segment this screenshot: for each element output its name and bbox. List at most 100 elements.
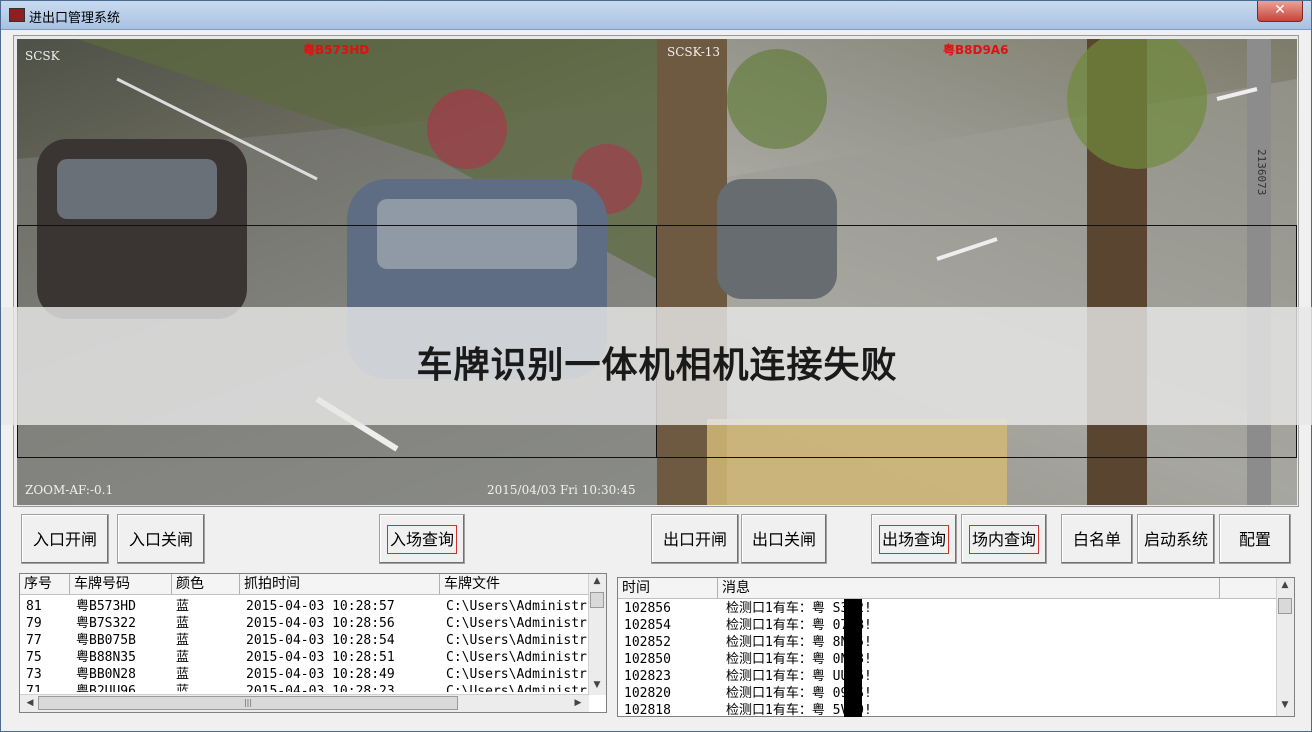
plate-number: 粤B88N35 — [76, 650, 136, 665]
vertical-scrollbar[interactable]: ▲ ▼ — [588, 574, 606, 695]
plate-number: 粤B573HD — [76, 599, 136, 614]
entry-close-button[interactable]: 入口关闸 — [117, 514, 205, 564]
camera-grid-line — [17, 457, 1297, 458]
scroll-left-icon[interactable]: ◀ — [22, 698, 38, 708]
plate-file: C:\Users\Administr — [446, 599, 587, 614]
redaction-bar — [844, 599, 862, 717]
scroll-right-icon[interactable]: ▶ — [570, 698, 586, 708]
scroll-thumb[interactable]: ||| — [38, 696, 458, 710]
log-time: 102850 — [624, 652, 671, 667]
exit-query-label: 出场查询 — [878, 525, 949, 554]
plate-color: 蓝 — [176, 599, 190, 614]
scroll-up-icon[interactable]: ▲ — [1277, 580, 1293, 590]
message-log-table[interactable]: 时间 消息 102856 检测口1有车：粤 S322! 102854 检测口1有… — [617, 577, 1295, 717]
app-icon — [9, 8, 25, 22]
plate-file: C:\Users\Administr — [446, 684, 587, 692]
table-row[interactable]: 102852 检测口1有车：粤 8N35! — [618, 634, 1294, 651]
column-header[interactable]: 序号 — [20, 574, 70, 594]
plate-number: 粤B2UU96 — [76, 684, 136, 692]
row-index: 71 — [26, 684, 42, 692]
camera-label: SCSK-13 — [667, 45, 721, 59]
table-row[interactable]: 73 粤BB0N28 蓝 2015-04-03 10:28:49 C:\User… — [20, 666, 606, 683]
column-header[interactable]: 消息 — [718, 578, 1220, 598]
inside-query-label: 场内查询 — [968, 525, 1039, 554]
column-header[interactable]: 抓拍时间 — [240, 574, 440, 594]
plate-color: 蓝 — [176, 616, 190, 631]
error-message: 车牌识别一体机相机连接失败 — [416, 345, 898, 386]
row-index: 79 — [26, 616, 42, 631]
table-row[interactable]: 102850 检测口1有车：粤 0N28! — [618, 651, 1294, 668]
capture-time: 2015-04-03 10:28:57 — [246, 599, 395, 614]
camera-grid-line — [17, 225, 1297, 226]
plate-color: 蓝 — [176, 650, 190, 665]
plate-color: 蓝 — [176, 633, 190, 648]
horizontal-scrollbar[interactable]: ◀ ||| ▶ — [20, 694, 589, 712]
table-row[interactable]: 79 粤B7S322 蓝 2015-04-03 10:28:56 C:\User… — [20, 615, 606, 632]
exit-open-button[interactable]: 出口开闸 — [651, 514, 739, 564]
table-row[interactable]: 102856 检测口1有车：粤 S322! — [618, 600, 1294, 617]
capture-time: 2015-04-03 10:28:54 — [246, 633, 395, 648]
table-row[interactable]: 77 粤BB075B 蓝 2015-04-03 10:28:54 C:\User… — [20, 632, 606, 649]
camera-label: SCSK — [25, 49, 60, 63]
row-index: 81 — [26, 599, 42, 614]
entry-query-label: 入场查询 — [386, 525, 457, 554]
capture-time: 2015-04-03 10:28:23 — [246, 684, 395, 692]
entry-query-button[interactable]: 入场查询 — [379, 514, 465, 564]
table-row[interactable]: 81 粤B573HD 蓝 2015-04-03 10:28:57 C:\User… — [20, 598, 606, 615]
log-message: 检测口1有车：粤 5V90! — [726, 703, 872, 716]
config-button[interactable]: 配置 — [1219, 514, 1291, 564]
plate-number: 粤BB075B — [76, 633, 136, 648]
scroll-down-icon[interactable]: ▼ — [589, 680, 605, 690]
table-row[interactable]: 102823 检测口1有车：粤 UU96! — [618, 668, 1294, 685]
log-message: 检测口1有车：粤 S322! — [726, 601, 872, 616]
zoom-readout: ZOOM-AF:-0.1 — [25, 483, 114, 497]
plate-file: C:\Users\Administr — [446, 633, 587, 648]
vertical-scrollbar[interactable]: ▲ ▼ — [1276, 578, 1294, 716]
scroll-thumb[interactable] — [1278, 598, 1292, 614]
whitelist-button[interactable]: 白名单 — [1061, 514, 1133, 564]
table-row[interactable]: 75 粤B88N35 蓝 2015-04-03 10:28:51 C:\User… — [20, 649, 606, 666]
camera-timestamp: 2015/04/03 Fri 10:30:45 — [487, 483, 636, 497]
table-row[interactable]: 102854 检测口1有车：粤 075B! — [618, 617, 1294, 634]
log-time: 102818 — [624, 703, 671, 716]
entry-record-table[interactable]: 序号 车牌号码 颜色 抓拍时间 车牌文件 81 粤B573HD 蓝 2015-0… — [19, 573, 607, 713]
column-header[interactable]: 车牌号码 — [70, 574, 172, 594]
inside-query-button[interactable]: 场内查询 — [961, 514, 1047, 564]
scroll-thumb[interactable] — [590, 592, 604, 608]
plate-file: C:\Users\Administr — [446, 650, 587, 665]
plate-file: C:\Users\Administr — [446, 667, 587, 682]
scroll-down-icon[interactable]: ▼ — [1277, 700, 1293, 710]
column-header[interactable]: 车牌文件 — [440, 574, 590, 594]
capture-time: 2015-04-03 10:28:49 — [246, 667, 395, 682]
exit-query-button[interactable]: 出场查询 — [871, 514, 957, 564]
exit-camera-scene — [657, 39, 1297, 505]
column-header[interactable]: 颜色 — [172, 574, 240, 594]
entry-open-button[interactable]: 入口开闸 — [21, 514, 109, 564]
recognized-plate: 粤B573HD — [303, 43, 370, 57]
log-time: 102854 — [624, 618, 671, 633]
row-index: 77 — [26, 633, 42, 648]
table-row[interactable]: 102820 检测口1有车：粤 093S! — [618, 685, 1294, 702]
table-header: 时间 消息 — [618, 578, 1294, 599]
exit-close-button[interactable]: 出口关闸 — [741, 514, 827, 564]
log-message: 检测口1有车：粤 8N35! — [726, 635, 872, 650]
log-message: 检测口1有车：粤 0N28! — [726, 652, 872, 667]
table-row[interactable]: 71 粤B2UU96 蓝 2015-04-03 10:28:23 C:\User… — [20, 683, 606, 692]
column-header[interactable]: 时间 — [618, 578, 718, 598]
table-row[interactable]: 102818 检测口1有车：粤 5V90! — [618, 702, 1294, 716]
plate-color: 蓝 — [176, 667, 190, 682]
row-index: 75 — [26, 650, 42, 665]
scroll-up-icon[interactable]: ▲ — [589, 576, 605, 586]
log-message: 检测口1有车：粤 075B! — [726, 618, 872, 633]
start-system-button[interactable]: 启动系统 — [1137, 514, 1215, 564]
table-header: 序号 车牌号码 颜色 抓拍时间 车牌文件 — [20, 574, 606, 595]
exit-camera-view: SCSK-13 粤B8D9A6 2136073 — [657, 39, 1297, 505]
close-icon[interactable]: ✕ — [1257, 1, 1303, 22]
main-window: 进出口管理系统 ✕ SCSK 粤B573HD ZOOM-AF:-0.1 2015… — [0, 0, 1312, 732]
capture-time: 2015-04-03 10:28:56 — [246, 616, 395, 631]
entry-camera-view: SCSK 粤B573HD ZOOM-AF:-0.1 2015/04/03 Fri… — [17, 39, 657, 505]
plate-number: 粤BB0N28 — [76, 667, 136, 682]
plate-number: 粤B7S322 — [76, 616, 136, 631]
log-time: 102823 — [624, 669, 671, 684]
log-message: 检测口1有车：粤 UU96! — [726, 669, 872, 684]
